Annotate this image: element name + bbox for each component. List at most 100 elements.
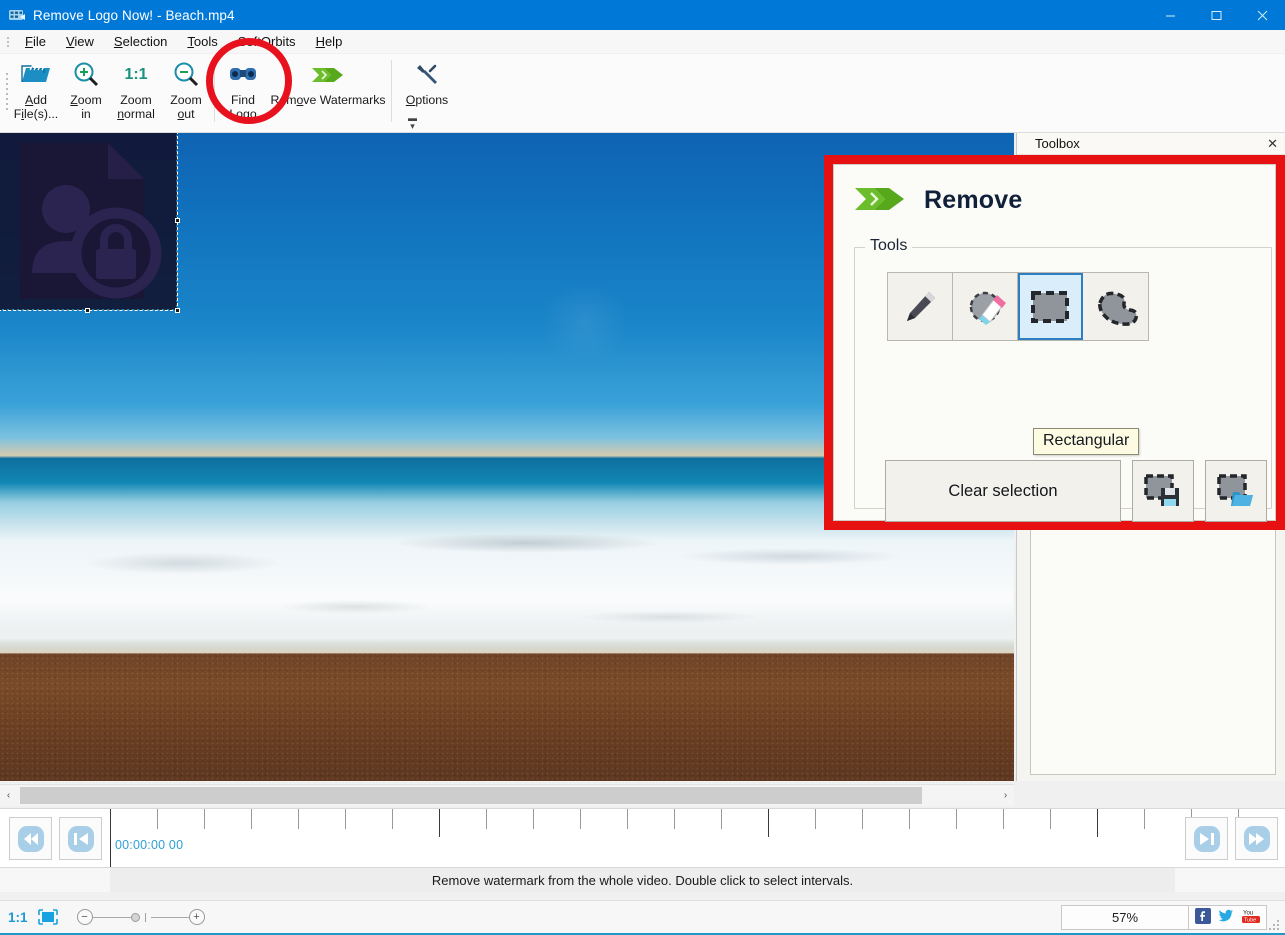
- menu-tools[interactable]: Tools: [177, 31, 227, 52]
- menu-help[interactable]: Help: [306, 31, 353, 52]
- bottom-bar: 1:1 − + 57% You Tube: [0, 900, 1285, 935]
- window-controls: [1147, 0, 1285, 30]
- timeline-ruler[interactable]: 00:00:00 00: [110, 809, 1285, 869]
- green-arrow-icon: [852, 179, 908, 222]
- timeline-tick: [1097, 809, 1098, 837]
- timeline-tick: [110, 809, 111, 837]
- toolbox-dock-titlebar: Toolbox ✕: [1017, 133, 1285, 155]
- freehand-tool-button[interactable]: [1083, 273, 1148, 340]
- timeline-tick: [157, 809, 158, 829]
- scroll-right-arrow-icon[interactable]: ›: [997, 785, 1014, 807]
- facebook-icon[interactable]: [1194, 907, 1211, 927]
- zoom-in-button[interactable]: +: [188, 909, 205, 925]
- save-selection-button[interactable]: [1132, 460, 1194, 522]
- timeline-tick: [768, 809, 769, 837]
- step-back-icon: [67, 825, 94, 852]
- fast-forward-end-icon: [1243, 825, 1270, 852]
- toolbox-panel-title: Toolbox: [1035, 136, 1080, 151]
- rectangular-tool-button[interactable]: [1018, 273, 1083, 340]
- twitter-icon[interactable]: [1218, 909, 1234, 926]
- clear-selection-button[interactable]: Clear selection: [885, 460, 1121, 522]
- menu-selection[interactable]: Selection: [104, 31, 177, 52]
- tool-button-row: [887, 272, 1149, 341]
- timeline-tick: [533, 809, 534, 829]
- timeline-time-label: 00:00:00 00: [115, 838, 184, 852]
- window-title: Remove Logo Now! - Beach.mp4: [33, 7, 235, 23]
- scrollbar-track[interactable]: [17, 787, 997, 804]
- minimize-button[interactable]: [1147, 0, 1193, 30]
- magnifier-minus-icon: [171, 58, 201, 92]
- magnifier-plus-icon: [71, 58, 101, 92]
- pencil-tool-button[interactable]: [888, 273, 953, 340]
- open-folder-icon: [20, 58, 52, 92]
- menu-file[interactable]: File: [15, 31, 56, 52]
- timeline-tick: [486, 809, 487, 829]
- title-bar: Remove Logo Now! - Beach.mp4: [0, 0, 1285, 30]
- youtube-icon[interactable]: You Tube: [1241, 908, 1261, 927]
- zoom-out-button[interactable]: −: [76, 909, 93, 925]
- zoom-slider-track-left[interactable]: [92, 916, 131, 918]
- main-toolbar: Add File(s)... Zoom in 1:1 Zoom normal Z…: [0, 54, 1285, 133]
- toolbar-options-button[interactable]: Options: [395, 54, 459, 129]
- menu-softorbits[interactable]: SoftOrbits: [228, 31, 306, 52]
- timeline-tick: [298, 809, 299, 829]
- toolbar-zoom-in-label: Zoom in: [70, 93, 102, 121]
- toolbox-heading: Remove: [924, 186, 1023, 214]
- application-window: Remove Logo Now! - Beach.mp4 File View S…: [0, 0, 1285, 935]
- resize-grip-icon[interactable]: [1267, 900, 1283, 935]
- freehand-lasso-icon: [1097, 291, 1138, 326]
- zoom-slider-knob[interactable]: [130, 912, 140, 922]
- toolbar-add-files-button[interactable]: Add File(s)...: [11, 54, 61, 129]
- watermark-overlay: [0, 133, 176, 309]
- tools-groupbox: Tools Rectangular Clear selection: [854, 237, 1272, 522]
- timeline-tick: [627, 809, 628, 829]
- toolbar-grip-icon: [3, 58, 11, 124]
- toolbar-remove-watermarks-label: Remove Watermarks: [270, 93, 386, 107]
- zoom-ratio-label[interactable]: 1:1: [8, 910, 28, 925]
- zoom-slider-track-right[interactable]: [150, 916, 189, 918]
- toolbar-zoom-in-button[interactable]: Zoom in: [61, 54, 111, 129]
- skip-to-end-button[interactable]: [1235, 817, 1278, 860]
- save-selection-icon: [1144, 474, 1179, 506]
- toolbox-dock-content: [1030, 527, 1276, 775]
- menu-grip-icon: [3, 34, 13, 50]
- toolbox-panel-body: Remove Tools Rectangular Clear selection: [833, 164, 1276, 522]
- sand-texture: [0, 651, 1014, 781]
- close-button[interactable]: [1239, 0, 1285, 30]
- one-to-one-icon: 1:1: [124, 66, 148, 83]
- zoom-slider[interactable]: − +: [76, 909, 205, 925]
- maximize-button[interactable]: [1193, 0, 1239, 30]
- toolbox-action-row: Clear selection: [885, 460, 1267, 522]
- status-bar-right-pane: [1175, 868, 1285, 892]
- scroll-left-arrow-icon[interactable]: ‹: [0, 785, 17, 807]
- previous-frame-button[interactable]: [59, 817, 102, 860]
- wrench-icon: [414, 58, 440, 92]
- canvas-horizontal-scrollbar[interactable]: ‹ ›: [0, 784, 1014, 806]
- toolbar-zoom-normal-button[interactable]: 1:1 Zoom normal: [111, 54, 161, 129]
- toolbar-separator-2: [391, 60, 392, 122]
- toolbox-panel-close-icon[interactable]: ✕: [1267, 136, 1278, 152]
- load-selection-button[interactable]: [1205, 460, 1267, 522]
- menu-view[interactable]: View: [56, 31, 104, 52]
- toolbar-remove-watermarks-button[interactable]: Remove Watermarks: [268, 54, 388, 129]
- next-frame-button[interactable]: [1185, 817, 1228, 860]
- eraser-icon: [969, 291, 1006, 325]
- rectangular-selection-icon: [1031, 290, 1069, 323]
- tools-groupbox-legend: Tools: [865, 237, 913, 255]
- social-links: You Tube: [1189, 904, 1267, 930]
- timeline-tick: [1144, 809, 1145, 829]
- zoom-slider-notch: [144, 912, 146, 922]
- toolbar-zoom-out-button[interactable]: Zoom out: [161, 54, 211, 129]
- timeline-tick: [1050, 809, 1051, 829]
- fit-to-window-icon[interactable]: [37, 909, 59, 925]
- rewind-start-icon: [17, 825, 44, 852]
- toolbar-find-logo-button[interactable]: Find Logo: [218, 54, 268, 129]
- zoom-percentage-field[interactable]: 57%: [1061, 904, 1189, 930]
- skip-to-start-button[interactable]: [9, 817, 52, 860]
- scrollbar-thumb[interactable]: [20, 787, 922, 804]
- eraser-tool-button[interactable]: [953, 273, 1018, 340]
- timeline-tick: [345, 809, 346, 829]
- toolbar-overflow-chevron-icon[interactable]: ▬ ▾: [408, 114, 417, 131]
- video-timeline[interactable]: 00:00:00 00: [0, 808, 1285, 868]
- toolbar-zoom-out-label: Zoom out: [170, 93, 202, 121]
